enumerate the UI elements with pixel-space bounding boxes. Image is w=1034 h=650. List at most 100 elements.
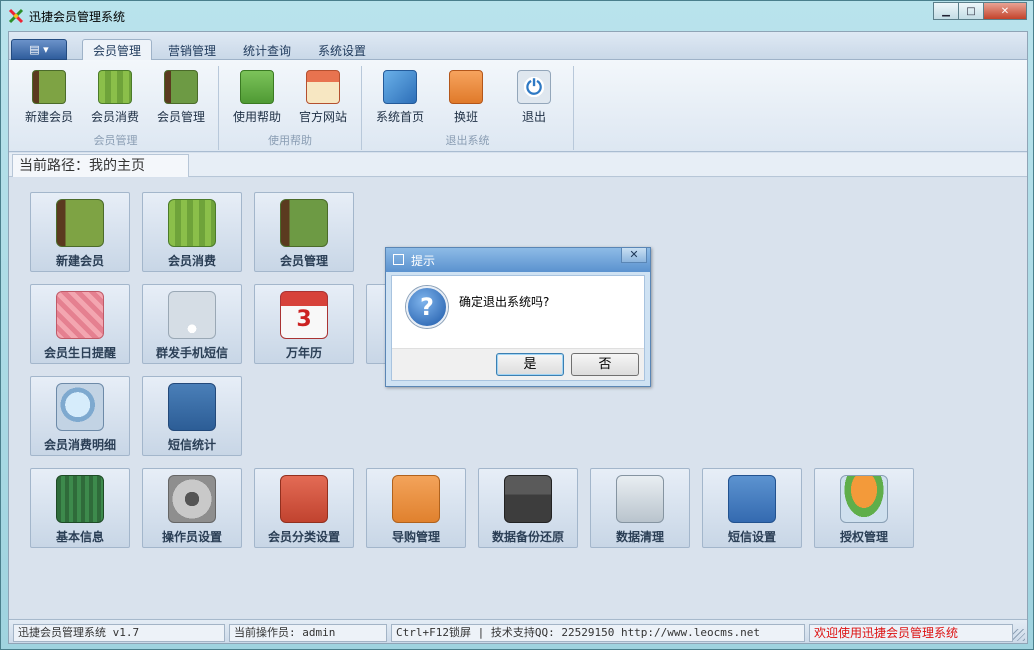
tab-marketing[interactable]: 营销管理 [158,39,226,61]
tile-label: 数据备份还原 [491,530,564,544]
ribbon-home-button[interactable]: 系统首页 [370,70,430,125]
tile-label: 群发手机短信 [155,346,228,360]
ribbon-group-label: 使用帮助 [268,134,312,147]
ribbon-member-consume-button[interactable]: 会员消费 [85,70,145,125]
tile-basic-info[interactable]: 基本信息 [30,468,130,548]
ribbon-group-label: 会员管理 [93,134,138,147]
tile-birthday-reminder[interactable]: 会员生日提醒 [30,284,130,364]
tile-label: 会员管理 [279,254,328,268]
dialog-body: ? 确定退出系统吗? 是 否 [391,275,645,381]
resize-grip-icon[interactable] [1013,629,1025,641]
tile-license-management[interactable]: 授权管理 [814,468,914,548]
dialog-close-button[interactable]: ✕ [621,247,647,263]
app-window: 迅捷会员管理系统 ▁ □ ✕ ▤ ▾ 会员管理 营销管理 统计查询 系统设置 新… [0,0,1034,650]
tile-label: 会员消费 [167,254,216,268]
tile-sms-settings[interactable]: 短信设置 [702,468,802,548]
member-book-icon [32,70,66,104]
chat-bubble-icon [240,70,274,104]
tile-member-consume[interactable]: 会员消费 [142,192,242,272]
water-drop-icon [168,199,216,247]
ribbon-button-label: 使用帮助 [232,110,281,124]
home-dashboard: 新建会员 会员消费 会员管理 会员生日提醒 群发手机短信 3 万年历 会员消费明… [9,178,1027,618]
minimize-button[interactable]: ▁ [933,2,959,20]
maximize-button[interactable]: □ [958,2,984,20]
tile-member-manage[interactable]: 会员管理 [254,192,354,272]
yes-button[interactable]: 是 [496,353,564,376]
tile-label: 短信统计 [167,438,216,452]
tile-data-cleanup[interactable]: 数据清理 [590,468,690,548]
tile-new-member[interactable]: 新建会员 [30,192,130,272]
tile-sms-statistics[interactable]: 短信统计 [142,376,242,456]
water-drop-icon [98,70,132,104]
ribbon-group-help: 使用帮助 官方网站 使用帮助 [219,66,362,150]
window-title: 迅捷会员管理系统 [29,10,126,24]
home-compass-icon [383,70,417,104]
status-bar: 迅捷会员管理系统 v1.7 当前操作员: admin Ctrl+F12锁屏 | … [9,619,1027,643]
tile-label: 会员分类设置 [267,530,340,544]
ribbon-button-label: 会员管理 [156,110,205,124]
dialog-title-bar[interactable]: 提示 ✕ [386,247,650,272]
tile-guide-management[interactable]: 导购管理 [366,468,466,548]
tile-label: 会员生日提醒 [43,346,116,360]
tile-label: 新建会员 [55,254,104,268]
ribbon-group-member: 新建会员 会员消费 会员管理 会员管理 [13,66,219,150]
status-version: 迅捷会员管理系统 v1.7 [13,624,225,642]
ribbon-member-manage-button[interactable]: 会员管理 [151,70,211,125]
tile-label: 操作员设置 [161,530,222,544]
ribbon-group-exit: 系统首页 换班 ⏻ 退出 退出系统 [362,66,574,150]
ribbon-help-button[interactable]: 使用帮助 [227,70,287,125]
ribbon-official-site-button[interactable]: 官方网站 [293,70,353,125]
status-support: Ctrl+F12锁屏 | 技术支持QQ: 22529150 http://www… [391,624,805,642]
ribbon-group-label: 退出系统 [445,134,490,147]
tile-label: 数据清理 [615,530,664,544]
tile-consume-details[interactable]: 会员消费明细 [30,376,130,456]
dialog-title: 提示 [411,254,436,268]
swap-icon [449,70,483,104]
ribbon-button-label: 系统首页 [375,110,424,124]
shopping-cart-icon [616,475,664,523]
address-book-icon [280,199,328,247]
tile-label: 导购管理 [391,530,440,544]
power-icon: ⏻ [517,70,551,104]
tile-operator-settings[interactable]: 操作员设置 [142,468,242,548]
confirm-exit-dialog: 提示 ✕ ? 确定退出系统吗? 是 否 [385,247,651,387]
circuit-board-icon [56,475,104,523]
tile-member-category[interactable]: 会员分类设置 [254,468,354,548]
gift-box-icon [56,291,104,339]
breadcrumb-bar: 当前路径：我的主页 [9,153,1027,177]
tile-label: 基本信息 [55,530,104,544]
tile-backup-restore[interactable]: 数据备份还原 [478,468,578,548]
dialog-button-row: 是 否 [392,348,644,380]
tab-statistics[interactable]: 统计查询 [233,39,301,61]
tile-label: 万年历 [285,346,322,360]
question-icon: ? [406,286,448,328]
wireless-signal-icon [168,291,216,339]
ribbon-button-label: 会员消费 [90,110,139,124]
direction-pad-icon [168,475,216,523]
status-welcome: 欢迎使用迅捷会员管理系统 [809,624,1013,642]
tile-label: 短信设置 [727,530,776,544]
ribbon-new-member-button[interactable]: 新建会员 [19,70,79,125]
tab-system-settings[interactable]: 系统设置 [308,39,376,61]
magnifier-icon [56,383,104,431]
ribbon-exit-button[interactable]: ⏻ 退出 [504,70,564,125]
dialog-message: 确定退出系统吗? [459,295,550,309]
title-bar[interactable]: 迅捷会员管理系统 ▁ □ ✕ [1,1,1033,31]
tile-calendar[interactable]: 3 万年历 [254,284,354,364]
ribbon-shift-change-button[interactable]: 换班 [436,70,496,125]
ribbon-button-label: 退出 [521,110,546,124]
floppy-disk-icon [504,475,552,523]
tile-label: 会员消费明细 [43,438,116,452]
puzzle-icon [280,475,328,523]
envelope-icon [728,475,776,523]
tile-bulk-sms[interactable]: 群发手机短信 [142,284,242,364]
close-window-button[interactable]: ✕ [983,2,1027,20]
ribbon-tab-bar: ▤ ▾ 会员管理 营销管理 统计查询 系统设置 [9,32,1027,61]
dialog-window-icon [393,254,404,265]
app-menu-button[interactable]: ▤ ▾ [11,39,67,60]
no-button[interactable]: 否 [571,353,639,376]
shop-icon [306,70,340,104]
app-logo-icon [8,8,24,24]
tab-member-management[interactable]: 会员管理 [82,39,153,61]
address-book-icon [164,70,198,104]
